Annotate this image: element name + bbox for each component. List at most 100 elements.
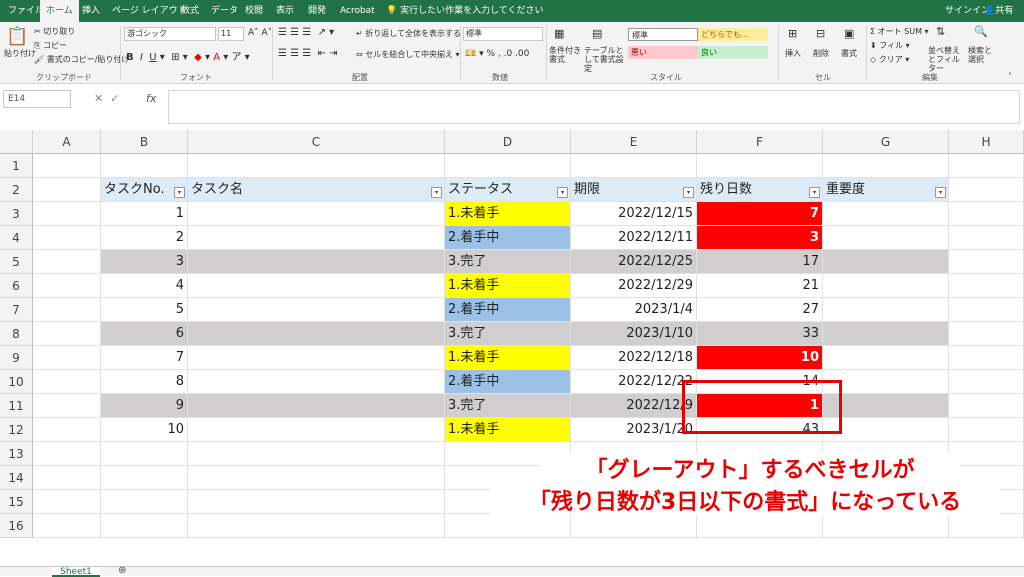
priority-cell[interactable] bbox=[823, 298, 949, 322]
task-no-cell[interactable]: 6 bbox=[101, 322, 188, 346]
remaining-days-cell[interactable]: 7 bbox=[697, 202, 823, 226]
empty-cell[interactable] bbox=[697, 514, 823, 538]
due-date-cell[interactable]: 2022/12/18 bbox=[571, 346, 697, 370]
task-no-cell[interactable]: 2 bbox=[101, 226, 188, 250]
due-date-cell[interactable]: 2022/12/15 bbox=[571, 202, 697, 226]
status-cell[interactable]: 1.未着手 bbox=[445, 346, 571, 370]
format-painter-button[interactable]: 🖌 書式のコピー/貼り付け bbox=[34, 54, 129, 65]
empty-cell[interactable] bbox=[949, 442, 1024, 466]
font-name-select[interactable]: 游ゴシック bbox=[124, 27, 216, 41]
collapse-ribbon-icon[interactable]: ˄ bbox=[1008, 72, 1012, 81]
column-header[interactable]: G bbox=[823, 130, 949, 154]
due-date-cell[interactable]: 2023/1/4 bbox=[571, 298, 697, 322]
task-name-cell[interactable] bbox=[188, 202, 445, 226]
wrap-text-button[interactable]: ↵ 折り返して全体を表示する bbox=[356, 28, 461, 39]
empty-cell[interactable] bbox=[33, 178, 101, 202]
tab-insert[interactable]: 挿入 bbox=[82, 0, 100, 22]
column-header[interactable]: H bbox=[949, 130, 1024, 154]
fx-icon[interactable]: fx bbox=[146, 92, 156, 105]
empty-cell[interactable] bbox=[33, 514, 101, 538]
priority-cell[interactable] bbox=[823, 202, 949, 226]
delete-cells-button[interactable]: 削除 bbox=[813, 48, 829, 59]
merge-center-button[interactable]: ⇔ セルを結合して中央揃え ▾ bbox=[356, 49, 460, 60]
empty-cell[interactable] bbox=[823, 514, 949, 538]
tab-view[interactable]: 表示 bbox=[276, 0, 294, 22]
row-header[interactable]: 5 bbox=[0, 250, 33, 274]
status-cell[interactable]: 3.完了 bbox=[445, 394, 571, 418]
empty-cell[interactable] bbox=[33, 322, 101, 346]
empty-cell[interactable] bbox=[33, 490, 101, 514]
task-no-cell[interactable]: 7 bbox=[101, 346, 188, 370]
empty-cell[interactable] bbox=[188, 466, 445, 490]
select-all-corner[interactable] bbox=[0, 130, 33, 154]
task-no-cell[interactable]: 5 bbox=[101, 298, 188, 322]
row-header[interactable]: 4 bbox=[0, 226, 33, 250]
font-color-icon[interactable]: A bbox=[213, 52, 220, 63]
empty-cell[interactable] bbox=[445, 154, 571, 178]
row-header[interactable]: 9 bbox=[0, 346, 33, 370]
filter-dropdown-icon[interactable]: ▾ bbox=[174, 187, 185, 198]
priority-cell[interactable] bbox=[823, 250, 949, 274]
empty-cell[interactable] bbox=[101, 490, 188, 514]
formula-input[interactable] bbox=[168, 90, 1020, 124]
empty-cell[interactable] bbox=[949, 226, 1024, 250]
empty-cell[interactable] bbox=[949, 346, 1024, 370]
task-name-cell[interactable] bbox=[188, 226, 445, 250]
empty-cell[interactable] bbox=[33, 154, 101, 178]
remaining-days-cell[interactable]: 27 bbox=[697, 298, 823, 322]
due-date-cell[interactable]: 2022/12/11 bbox=[571, 226, 697, 250]
sort-filter-button[interactable]: 並べ替えとフィルター bbox=[928, 46, 966, 73]
horizontal-align-buttons[interactable]: ☰ ☰ ☰ ⇤ ⇥ bbox=[278, 48, 338, 59]
empty-cell[interactable] bbox=[33, 226, 101, 250]
tab-data[interactable]: データ bbox=[211, 0, 238, 22]
empty-cell[interactable] bbox=[33, 250, 101, 274]
empty-cell[interactable] bbox=[823, 154, 949, 178]
font-style-buttons[interactable]: B I U ▾ ⊞ ▾ ◆ ▾ A ▾ ア ▾ bbox=[126, 48, 250, 63]
conditional-format-button[interactable]: 条件付き書式 bbox=[549, 46, 581, 64]
formula-cancel-confirm-icons[interactable]: ✕ ✓ bbox=[94, 92, 119, 105]
filter-dropdown-icon[interactable]: ▾ bbox=[683, 187, 694, 198]
due-date-cell[interactable]: 2022/12/25 bbox=[571, 250, 697, 274]
format-cells-button[interactable]: 書式 bbox=[841, 48, 857, 59]
status-cell[interactable]: 2.着手中 bbox=[445, 370, 571, 394]
fill-button[interactable]: ⬇ フィル ▾ bbox=[870, 40, 910, 51]
column-header[interactable]: F bbox=[697, 130, 823, 154]
style-normal[interactable]: 標準 bbox=[628, 28, 698, 41]
find-select-button[interactable]: 検索と選択 bbox=[968, 46, 998, 64]
task-no-cell[interactable]: 10 bbox=[101, 418, 188, 442]
status-cell[interactable]: 2.着手中 bbox=[445, 226, 571, 250]
remaining-days-cell[interactable]: 3 bbox=[697, 226, 823, 250]
add-sheet-icon[interactable]: ⊕ bbox=[118, 565, 126, 576]
remaining-days-cell[interactable]: 21 bbox=[697, 274, 823, 298]
empty-cell[interactable] bbox=[571, 514, 697, 538]
empty-cell[interactable] bbox=[949, 418, 1024, 442]
row-header[interactable]: 11 bbox=[0, 394, 33, 418]
header-cell-priority[interactable]: 重要度 ▾ bbox=[823, 178, 949, 202]
row-header[interactable]: 8 bbox=[0, 322, 33, 346]
row-header[interactable]: 7 bbox=[0, 298, 33, 322]
status-cell[interactable]: 1.未着手 bbox=[445, 202, 571, 226]
task-no-cell[interactable]: 4 bbox=[101, 274, 188, 298]
task-name-cell[interactable] bbox=[188, 370, 445, 394]
share-button[interactable]: 👤共有 bbox=[984, 0, 1013, 22]
style-neutral[interactable]: どちらでも... bbox=[698, 28, 768, 41]
row-header[interactable]: 13 bbox=[0, 442, 33, 466]
style-good[interactable]: 良い bbox=[698, 46, 768, 59]
column-header[interactable]: B bbox=[101, 130, 188, 154]
empty-cell[interactable] bbox=[949, 250, 1024, 274]
task-name-cell[interactable] bbox=[188, 346, 445, 370]
tell-me-box[interactable]: 💡 実行したい作業を入力してください bbox=[386, 0, 544, 22]
copy-button[interactable]: ⎘ コピー bbox=[34, 40, 67, 51]
empty-cell[interactable] bbox=[33, 394, 101, 418]
header-cell-status[interactable]: ステータス ▾ bbox=[445, 178, 571, 202]
empty-cell[interactable] bbox=[949, 274, 1024, 298]
due-date-cell[interactable]: 2023/1/20 bbox=[571, 418, 697, 442]
empty-cell[interactable] bbox=[188, 514, 445, 538]
empty-cell[interactable] bbox=[101, 466, 188, 490]
filter-dropdown-icon[interactable]: ▾ bbox=[557, 187, 568, 198]
header-cell-no[interactable]: タスクNo. ▾ bbox=[101, 178, 188, 202]
row-header[interactable]: 15 bbox=[0, 490, 33, 514]
row-header[interactable]: 6 bbox=[0, 274, 33, 298]
tab-formulas[interactable]: 数式 bbox=[181, 0, 199, 22]
empty-cell[interactable] bbox=[33, 298, 101, 322]
